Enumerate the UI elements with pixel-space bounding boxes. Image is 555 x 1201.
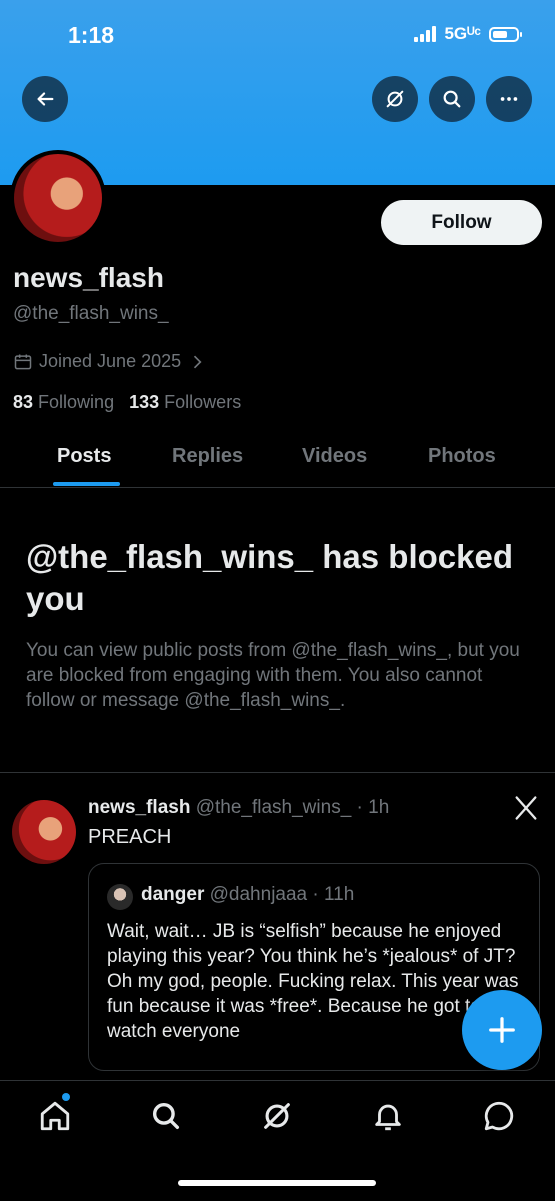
home-indicator[interactable]	[178, 1180, 376, 1186]
grok-icon	[386, 90, 404, 108]
post-author-meta: @the_flash_wins_ · 1h	[195, 797, 390, 818]
network-label: 5Gᵁᶜ	[444, 24, 481, 43]
quote-author-meta: @dahnjaaa · 11h	[209, 884, 355, 905]
nav-messages[interactable]	[482, 1099, 516, 1133]
tab-replies[interactable]: Replies	[172, 445, 243, 468]
calendar-icon	[14, 354, 32, 369]
back-button[interactable]	[22, 76, 68, 122]
post-header: news_flash @the_flash_wins_ · 1h	[88, 797, 389, 819]
back-icon	[37, 92, 54, 106]
signal-icon	[414, 26, 437, 42]
x-logo-icon	[515, 796, 537, 820]
profile-handle: @the_flash_wins_	[13, 303, 169, 324]
quote-header: danger @dahnjaaa · 11h	[141, 884, 354, 906]
following-label: Following	[38, 392, 115, 412]
status-time: 1:18	[68, 22, 115, 48]
quote-author-name: danger	[141, 884, 205, 905]
follow-counts: 83 Following 133 Followers	[13, 392, 241, 413]
active-tab-indicator	[53, 482, 120, 486]
followers-count: 133	[129, 392, 160, 412]
tab-videos[interactable]: Videos	[302, 445, 367, 468]
more-icon	[500, 97, 518, 101]
display-name: news_flash	[13, 262, 164, 293]
more-button[interactable]	[486, 76, 532, 122]
follow-button[interactable]: Follow	[381, 200, 542, 245]
post-avatar[interactable]	[12, 800, 76, 864]
nav-grok[interactable]	[260, 1099, 294, 1133]
joined-label: Joined June 2025	[39, 351, 182, 371]
profile-tabs: Posts Replies Videos Photos	[0, 435, 555, 488]
grok-icon	[264, 1103, 290, 1129]
search-button[interactable]	[429, 76, 475, 122]
status-indicators: 5Gᵁᶜ	[414, 24, 522, 44]
notifications-icon	[375, 1104, 401, 1131]
messages-icon	[484, 1101, 514, 1131]
tab-posts[interactable]: Posts	[57, 445, 111, 468]
nav-search[interactable]	[149, 1099, 183, 1133]
compose-button[interactable]	[462, 990, 542, 1070]
post-text: PREACH	[88, 826, 172, 848]
search-icon	[152, 1102, 180, 1130]
following-count: 83	[13, 392, 34, 412]
plus-icon	[489, 1017, 515, 1043]
blocked-description: You can view public posts from @the_flas…	[26, 640, 520, 711]
chevron-right-icon	[194, 355, 202, 368]
profile-avatar[interactable]	[10, 150, 106, 246]
divider	[0, 772, 555, 773]
notification-dot	[62, 1093, 70, 1101]
quote-avatar	[107, 884, 133, 910]
home-icon	[40, 1101, 70, 1131]
joined-date[interactable]: Joined June 2025	[13, 351, 207, 372]
search-icon	[443, 90, 461, 108]
battery-icon	[489, 26, 522, 42]
followers-link[interactable]: 133 Followers	[129, 392, 241, 412]
nav-home[interactable]	[38, 1099, 72, 1133]
post-author-name[interactable]: news_flash	[88, 797, 190, 818]
grok-button[interactable]	[372, 76, 418, 122]
followers-label: Followers	[164, 392, 242, 412]
nav-notifications[interactable]	[371, 1099, 405, 1133]
following-link[interactable]: 83 Following	[13, 392, 114, 412]
blocked-title: @the_flash_wins_ has blocked you	[26, 538, 514, 617]
tab-photos[interactable]: Photos	[428, 445, 496, 468]
